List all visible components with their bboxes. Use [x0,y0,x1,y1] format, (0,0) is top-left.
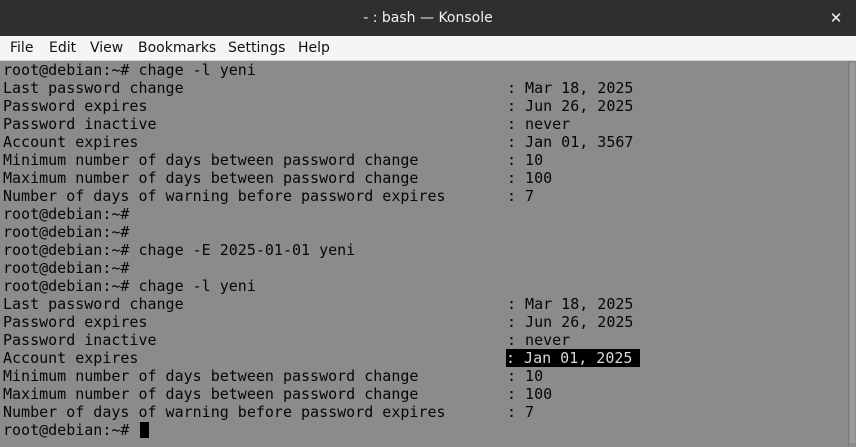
terminal-value: : never [507,115,571,133]
terminal-value: : Jun 26, 2025 [507,313,634,331]
terminal-line: Number of days of warning before passwor… [3,187,446,205]
terminal-line: root@debian:~# chage -l yeni [3,277,256,295]
terminal-value: : Jan 01, 3567 [507,133,634,151]
terminal-line: Maximum number of days between password … [3,169,419,187]
vertical-scrollbar[interactable] [848,61,856,447]
menu-bar: File Edit View Bookmarks Settings Help [0,36,856,61]
window-title: - : bash — Konsole [363,10,493,26]
menu-view[interactable]: View [90,40,123,56]
terminal-value: : never [507,331,571,349]
text-cursor [140,422,150,438]
terminal-value: : 10 [507,367,544,385]
terminal-line: Last password change [3,295,184,313]
menu-settings[interactable]: Settings [228,40,285,56]
terminal-line: root@debian:~# [3,205,130,223]
terminal-line: root@debian:~# [3,259,130,277]
close-icon[interactable]: ✕ [824,6,848,30]
terminal-line: Password inactive [3,115,157,133]
terminal-output[interactable]: root@debian:~# chage -l yeni Last passwor… [0,61,849,447]
terminal-line: Minimum number of days between password … [3,151,419,169]
terminal-value: : 7 [507,403,535,421]
scrollbar-thumb[interactable] [850,63,855,443]
konsole-window: - : bash — Konsole ✕ File Edit View Book… [0,0,856,447]
menu-edit[interactable]: Edit [49,40,76,56]
terminal-line: Password expires [3,97,148,115]
terminal-value: : 10 [507,151,544,169]
prompt-line: root@debian:~# [3,421,150,439]
terminal-line: root@debian:~# chage -E 2025-01-01 yeni [3,241,356,259]
menu-help[interactable]: Help [298,40,330,56]
terminal-line: root@debian:~# [3,223,130,241]
terminal-line: Password inactive [3,331,157,349]
title-bar[interactable]: - : bash — Konsole ✕ [0,0,856,36]
menu-file[interactable]: File [10,40,33,56]
selected-value: : Jan 01, 2025 [506,349,641,367]
terminal-value: : 7 [507,187,535,205]
terminal-line: Last password change [3,79,184,97]
terminal-line: Account expires [3,133,139,151]
terminal-value: : Mar 18, 2025 [507,295,634,313]
terminal-line: Minimum number of days between password … [3,367,419,385]
terminal-value: : 100 [507,169,553,187]
menu-bookmarks[interactable]: Bookmarks [138,40,216,56]
terminal-line: root@debian:~# chage -l yeni [3,61,256,79]
terminal-line: Account expires [3,349,139,367]
terminal-line: Maximum number of days between password … [3,385,419,403]
terminal-line: Number of days of warning before passwor… [3,403,446,421]
terminal-value: : Jun 26, 2025 [507,97,634,115]
terminal-value: : Mar 18, 2025 [507,79,634,97]
terminal-value: : 100 [507,385,553,403]
terminal-line: Password expires [3,313,148,331]
